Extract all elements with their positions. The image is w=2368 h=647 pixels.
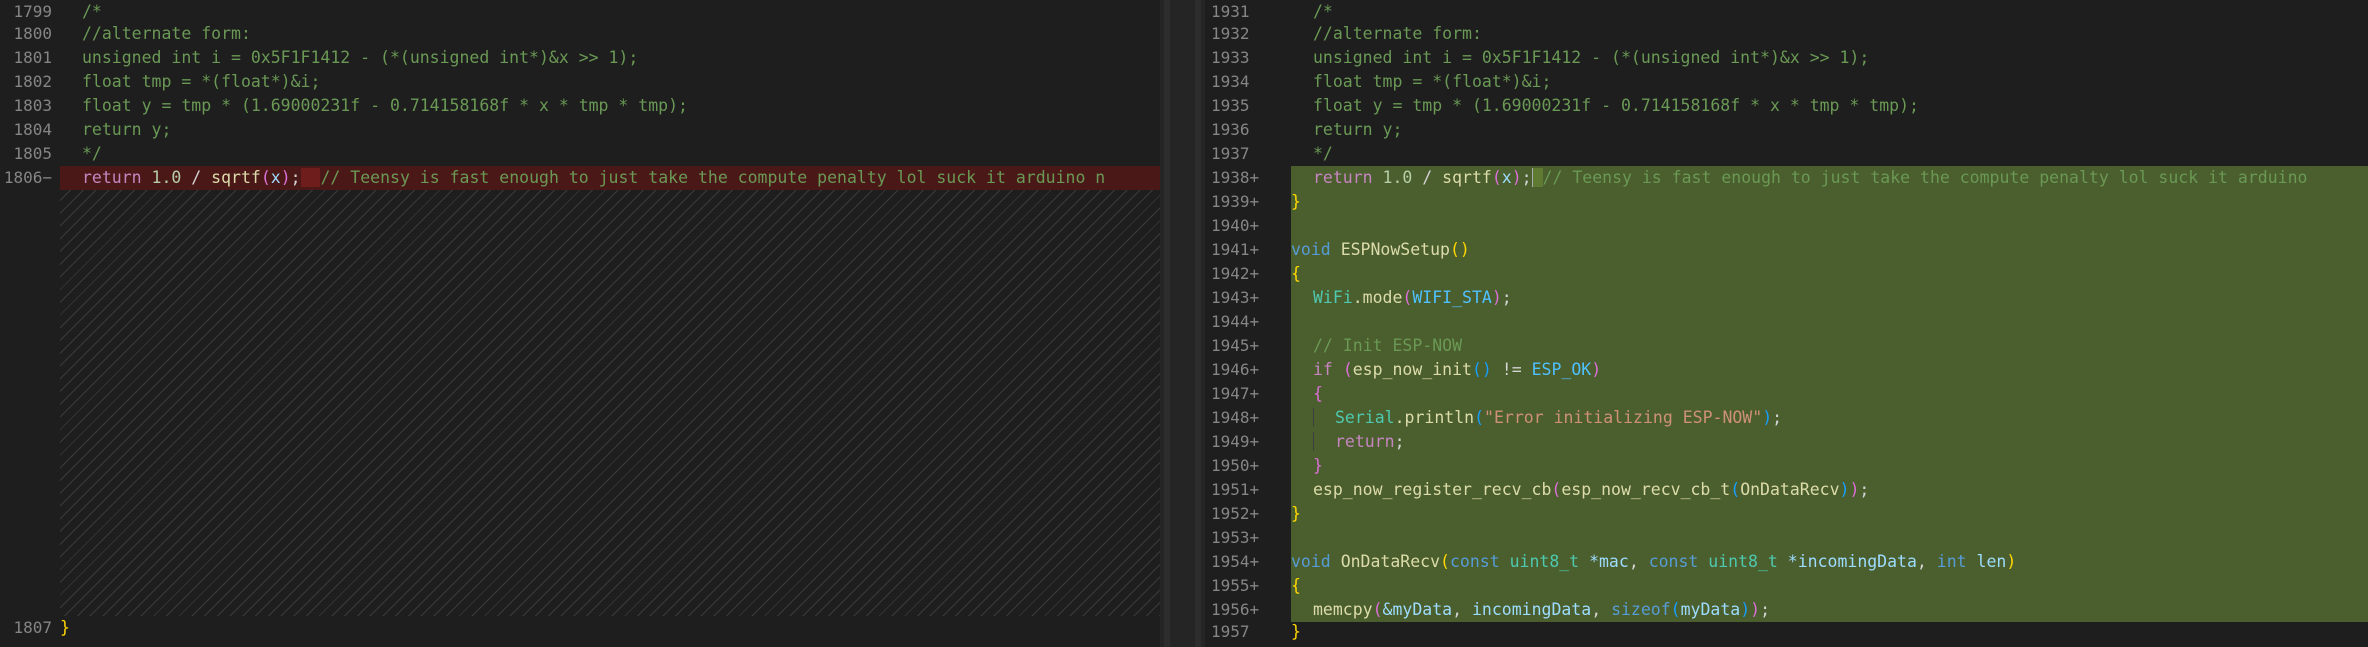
added-line: {	[1291, 576, 1301, 595]
original-pane[interactable]: 1799 1800 1801 1802 1803 1804 1805 1806−…	[0, 0, 1160, 647]
code-line: }	[1291, 622, 1301, 641]
added-line: void ESPNowSetup()	[1291, 240, 1470, 259]
line-number-added: 1952+	[1211, 504, 1260, 523]
added-line: }	[1313, 456, 1323, 475]
line-number: 1932	[1211, 24, 1250, 43]
line-number: 1804	[13, 120, 52, 139]
added-line: // Init ESP-NOW	[1313, 336, 1463, 355]
line-number: 1931	[1211, 2, 1250, 21]
line-number: 1933	[1211, 48, 1250, 67]
diff-editor: 1799 1800 1801 1802 1803 1804 1805 1806−…	[0, 0, 2368, 647]
added-line: }	[1291, 192, 1301, 211]
modified-overview-ruler[interactable]	[1195, 0, 1201, 647]
line-number-added: 1938+	[1211, 168, 1260, 187]
code-line: unsigned int i = 0x5F1F1412 - (*(unsigne…	[1313, 48, 1870, 67]
added-line	[1291, 526, 2368, 550]
line-number-added: 1951+	[1211, 480, 1260, 499]
line-number-removed: 1806−	[3, 168, 52, 187]
line-number: 1802	[13, 72, 52, 91]
line-number: 1937	[1211, 144, 1250, 163]
line-number-added: 1954+	[1211, 552, 1260, 571]
line-number-added: 1944+	[1211, 312, 1260, 331]
code-line: float y = tmp * (1.69000231f - 0.7141581…	[82, 96, 688, 115]
code-line: }	[60, 618, 70, 637]
line-number-added: 1948+	[1211, 408, 1260, 427]
line-number-added: 1939+	[1211, 192, 1260, 211]
code-line: return y;	[82, 120, 172, 139]
code-line: return y;	[1313, 120, 1403, 139]
code-line: //alternate form:	[82, 24, 251, 43]
added-line: memcpy(&myData, incomingData, sizeof(myD…	[1313, 600, 1771, 619]
added-line: {	[1291, 264, 1301, 283]
code-line: float tmp = *(float*)&i;	[82, 72, 321, 91]
added-line: WiFi.mode(WIFI_STA);	[1313, 288, 1512, 307]
line-number: 1935	[1211, 96, 1250, 115]
line-number: 1934	[1211, 72, 1250, 91]
line-number: 1807	[13, 618, 52, 637]
diff-placeholder-hatch	[60, 190, 1160, 616]
modified-code[interactable]: /* //alternate form: unsigned int i = 0x…	[1291, 0, 2368, 647]
code-line: */	[1313, 144, 1333, 163]
modified-pane[interactable]: 1931 1932 1933 1934 1935 1936 1937 1938+…	[1205, 0, 2368, 647]
line-number: 1805	[13, 144, 52, 163]
code-line: /*	[1313, 2, 1333, 21]
line-number-added: 1956+	[1211, 600, 1260, 619]
code-line: float y = tmp * (1.69000231f - 0.7141581…	[1313, 96, 1919, 115]
added-line: esp_now_register_recv_cb(esp_now_recv_cb…	[1313, 480, 1870, 499]
line-number: 1957	[1211, 622, 1250, 641]
original-code[interactable]: /* //alternate form: unsigned int i = 0x…	[60, 0, 1160, 647]
line-number-added: 1946+	[1211, 360, 1260, 379]
line-number-added: 1940+	[1211, 216, 1260, 235]
line-number-added: 1955+	[1211, 576, 1260, 595]
line-number-added: 1941+	[1211, 240, 1260, 259]
added-line: return 1.0 / sqrtf(x); // Teensy is fast…	[1313, 168, 2308, 187]
line-number: 1936	[1211, 120, 1250, 139]
line-number-added: 1943+	[1211, 288, 1260, 307]
added-line: {	[1313, 384, 1323, 403]
added-line: Serial.println("Error initializing ESP-N…	[1291, 406, 2368, 430]
line-number-added: 1950+	[1211, 456, 1260, 475]
line-number: 1800	[13, 24, 52, 43]
added-line	[1291, 214, 2368, 238]
line-number: 1803	[13, 96, 52, 115]
line-number-added: 1945+	[1211, 336, 1260, 355]
line-number-added: 1947+	[1211, 384, 1260, 403]
line-number: 1799	[13, 2, 52, 21]
code-line: */	[82, 144, 102, 163]
code-line: float tmp = *(float*)&i;	[1313, 72, 1552, 91]
added-line: if (esp_now_init() != ESP_OK)	[1313, 360, 1602, 379]
modified-line-gutter: 1931 1932 1933 1934 1935 1936 1937 1938+…	[1205, 0, 1291, 647]
added-line: }	[1291, 504, 1301, 523]
pane-divider[interactable]	[1160, 0, 1205, 647]
added-line	[1291, 310, 2368, 334]
added-line: void OnDataRecv(const uint8_t *mac, cons…	[1291, 552, 2017, 571]
code-line: //alternate form:	[1313, 24, 1482, 43]
line-number-added: 1953+	[1211, 528, 1260, 547]
added-line: return;	[1291, 430, 2368, 454]
removed-line: return 1.0 / sqrtf(x); // Teensy is fast…	[60, 166, 1160, 190]
code-line: /*	[82, 2, 102, 21]
line-number: 1801	[13, 48, 52, 67]
original-scrollbar[interactable]	[1164, 0, 1170, 647]
line-number-added: 1942+	[1211, 264, 1260, 283]
line-number-added: 1949+	[1211, 432, 1260, 451]
original-line-gutter: 1799 1800 1801 1802 1803 1804 1805 1806−…	[0, 0, 60, 647]
code-line: unsigned int i = 0x5F1F1412 - (*(unsigne…	[82, 48, 639, 67]
